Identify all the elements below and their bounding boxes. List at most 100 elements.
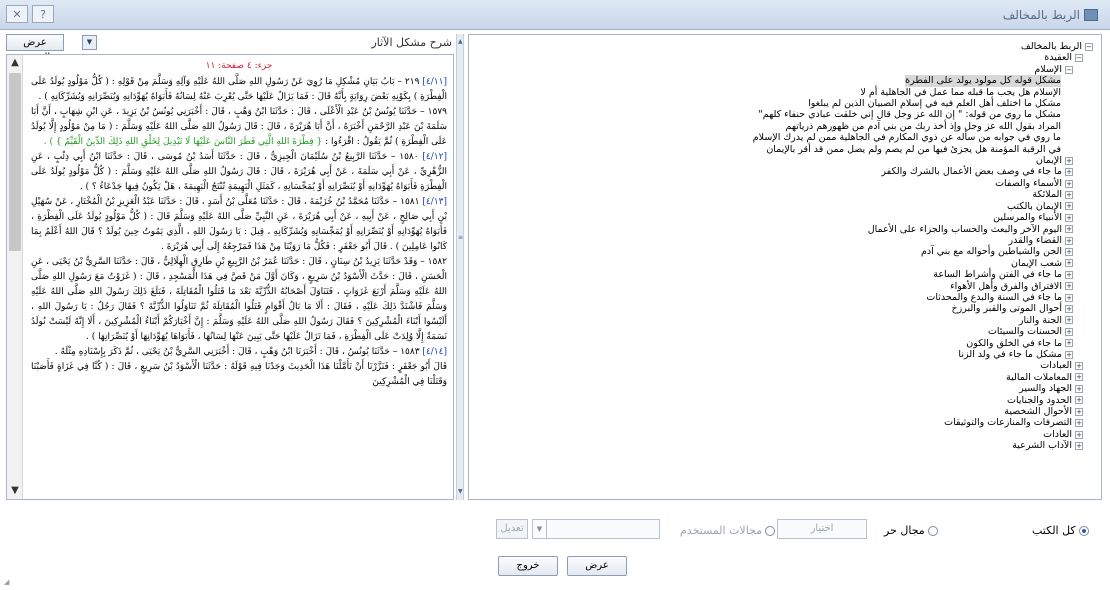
tree-node[interactable]: + الإيمان بالكتب bbox=[753, 201, 1073, 212]
tree-node[interactable]: + الأسماء والصفات bbox=[753, 178, 1073, 189]
page-reference[interactable]: [٤/١٣] bbox=[422, 197, 447, 207]
expand-icon[interactable]: + bbox=[1065, 316, 1073, 325]
tree-node[interactable]: + التصرفات والمنازعات والتوثيقات bbox=[753, 417, 1083, 428]
tree-node[interactable]: − الإسلام bbox=[753, 64, 1073, 75]
expand-icon[interactable]: + bbox=[1065, 213, 1073, 222]
tree-node-label: مشكل ما اختلف أهل العلم فيه في إسلام الص… bbox=[808, 98, 1061, 110]
expand-icon[interactable]: + bbox=[1065, 350, 1073, 359]
tree-node[interactable]: + مشكل ما جاء في ولد الزنا bbox=[753, 349, 1073, 360]
tree-node[interactable]: + العبادات bbox=[753, 360, 1083, 371]
tree-node[interactable]: + الحسنات والسيئات bbox=[753, 326, 1073, 337]
expand-icon[interactable]: + bbox=[1065, 327, 1073, 336]
expand-icon[interactable]: + bbox=[1065, 168, 1073, 177]
paragraph-text: ١٥٨٣ – حَدَّثَنَا يُونُسُ ، قَالَ : أَخْ… bbox=[54, 347, 420, 357]
splitter-up-icon[interactable]: ▲ bbox=[458, 38, 463, 45]
source-dropdown-arrow-icon[interactable]: ▼ bbox=[82, 35, 97, 50]
scroll-thumb[interactable] bbox=[9, 73, 21, 251]
edit-button[interactable]: تعديل bbox=[496, 519, 528, 539]
exit-button[interactable]: خروج bbox=[498, 556, 558, 576]
scroll-down-icon[interactable]: ▼ bbox=[7, 483, 23, 499]
expand-icon[interactable]: + bbox=[1065, 236, 1073, 245]
expand-icon[interactable]: + bbox=[1075, 407, 1083, 416]
tree-node[interactable]: + الجن والشياطين وأحواله مع بني آدم bbox=[753, 246, 1073, 257]
chevron-down-icon[interactable]: ▼ bbox=[533, 520, 547, 538]
collapse-icon[interactable]: − bbox=[1075, 54, 1083, 63]
tree-node[interactable]: + الإيمان bbox=[753, 155, 1073, 166]
expand-icon[interactable]: + bbox=[1075, 430, 1083, 439]
tree-node[interactable]: + الملائكة bbox=[753, 189, 1073, 200]
tree-node[interactable]: − الربط بالمخالف bbox=[753, 41, 1093, 52]
page-reference[interactable]: [٤/١١] bbox=[422, 77, 447, 87]
expand-icon[interactable]: + bbox=[1065, 248, 1073, 257]
collapse-icon[interactable]: − bbox=[1065, 65, 1073, 74]
tree-node[interactable]: + الأنبياء والمرسلين bbox=[753, 212, 1073, 223]
expand-icon[interactable]: + bbox=[1065, 190, 1073, 199]
tree-node[interactable]: + الأحوال الشخصية bbox=[753, 406, 1083, 417]
source-text-box: ▲ ▼ جزء: ٤ صفحة: ١١ [٤/١١] ٢١٩ – بَابُ ب… bbox=[6, 54, 454, 500]
expand-icon[interactable]: + bbox=[1075, 396, 1083, 405]
radio-all-books[interactable] bbox=[1078, 525, 1089, 536]
tree-node[interactable]: + الحدود والجنايات bbox=[753, 395, 1083, 406]
splitter-down-icon[interactable]: ▼ bbox=[458, 488, 463, 495]
resize-grip-icon[interactable]: ◢ bbox=[4, 578, 9, 586]
radio-free-field[interactable] bbox=[927, 525, 938, 536]
expand-icon[interactable]: + bbox=[1065, 282, 1073, 291]
expand-icon[interactable]: + bbox=[1065, 179, 1073, 188]
expand-icon[interactable]: + bbox=[1075, 362, 1083, 371]
tree-node[interactable]: + شعب الإيمان bbox=[753, 258, 1073, 269]
option-free-field[interactable]: مجال حر bbox=[884, 524, 938, 537]
tree-node[interactable]: في الرقبة المؤمنة هل يجزئ فيها من لم يصم… bbox=[753, 144, 1061, 155]
tree-node[interactable]: + أحوال الموتى والقبر والبرزخ bbox=[753, 303, 1073, 314]
tree-node[interactable]: + الجنة والنار bbox=[753, 315, 1073, 326]
tree-node[interactable]: + اليوم الآخر والبعث والحساب والجزاء على … bbox=[753, 224, 1073, 235]
expand-icon[interactable]: + bbox=[1065, 156, 1073, 165]
tree-node[interactable]: − العقيدة bbox=[753, 52, 1083, 63]
tree-node[interactable]: + ما جاء في السنة والبدع والمحدثات bbox=[753, 292, 1073, 303]
tree-node[interactable]: + المعاملات المالية bbox=[753, 372, 1083, 383]
tree-node[interactable]: + ما جاء في الخلق والكون bbox=[753, 338, 1073, 349]
tree-node-label: الأنبياء والمرسلين bbox=[993, 212, 1062, 224]
expand-icon[interactable]: + bbox=[1075, 384, 1083, 393]
tree-node[interactable]: مشكل قوله كل مولود يولد على الفطرة bbox=[753, 75, 1061, 87]
tree-node[interactable]: الإسلام هل يجب ما قبله مما عمل في الجاهل… bbox=[753, 87, 1061, 98]
radio-user-fields[interactable] bbox=[765, 525, 776, 536]
user-fields-combo[interactable]: ▼ bbox=[532, 519, 660, 539]
expand-icon[interactable]: + bbox=[1075, 441, 1083, 450]
tree-node[interactable]: المراد بقول الله عز وجل وإذ أخذ ربك من ب… bbox=[753, 121, 1061, 132]
tree-node[interactable]: + الآداب الشرعية bbox=[753, 440, 1083, 451]
tree-node[interactable]: ما روي في جوابه من سأله عن ذوي المكارم ف… bbox=[753, 132, 1061, 143]
tree-node[interactable]: + العادات bbox=[753, 429, 1083, 440]
tree-node[interactable]: + ما جاء في الفتن وأشراط الساعة bbox=[753, 269, 1073, 280]
close-button[interactable]: ✕ bbox=[6, 5, 28, 23]
option-user-fields[interactable]: مجالات المستخدم bbox=[680, 524, 776, 537]
expand-icon[interactable]: + bbox=[1065, 259, 1073, 268]
expand-icon[interactable]: + bbox=[1065, 270, 1073, 279]
source-scrollbar[interactable]: ▲ ▼ bbox=[7, 55, 23, 499]
show-source-button[interactable]: عرض المصدر bbox=[6, 34, 64, 63]
tree-node[interactable]: + ما جاء في وصف بعض الأعمال بالشرك والكفر bbox=[753, 166, 1073, 177]
expand-icon[interactable]: + bbox=[1065, 202, 1073, 211]
page-reference[interactable]: [٤/١٤] bbox=[422, 347, 447, 357]
tree-node[interactable]: + القضاء والقدر bbox=[753, 235, 1073, 246]
tree-node[interactable]: مشكل ما روي من قوله: " إن الله عز وجل قا… bbox=[753, 109, 1061, 120]
tree-node[interactable]: + الافتراق والفرق وأهل الأهواء bbox=[753, 281, 1073, 292]
tree-node[interactable]: مشكل ما اختلف أهل العلم فيه في إسلام الص… bbox=[753, 98, 1061, 109]
expand-icon[interactable]: + bbox=[1065, 339, 1073, 348]
choose-field-button[interactable]: اختيار bbox=[777, 519, 867, 539]
tree-node[interactable]: + الجهاد والسير bbox=[753, 383, 1083, 394]
option-all-books[interactable]: كل الكتب bbox=[1032, 524, 1089, 537]
expand-icon[interactable]: + bbox=[1075, 373, 1083, 382]
splitter-grip-icon[interactable]: ≡ bbox=[458, 234, 463, 241]
expand-icon[interactable]: + bbox=[1065, 293, 1073, 302]
panel-splitter[interactable]: ▲ ≡ ▼ bbox=[456, 34, 464, 500]
tree-node-label: الربط بالمخالف bbox=[1020, 41, 1082, 52]
scroll-up-icon[interactable]: ▲ bbox=[7, 55, 23, 71]
app-icon bbox=[1084, 9, 1098, 21]
expand-icon[interactable]: + bbox=[1075, 419, 1083, 428]
expand-icon[interactable]: + bbox=[1065, 225, 1073, 234]
expand-icon[interactable]: + bbox=[1065, 305, 1073, 314]
help-button[interactable]: ? bbox=[32, 5, 54, 23]
show-button[interactable]: عرض bbox=[567, 556, 627, 576]
collapse-icon[interactable]: − bbox=[1085, 42, 1093, 51]
page-reference[interactable]: [٤/١٢] bbox=[422, 152, 447, 162]
